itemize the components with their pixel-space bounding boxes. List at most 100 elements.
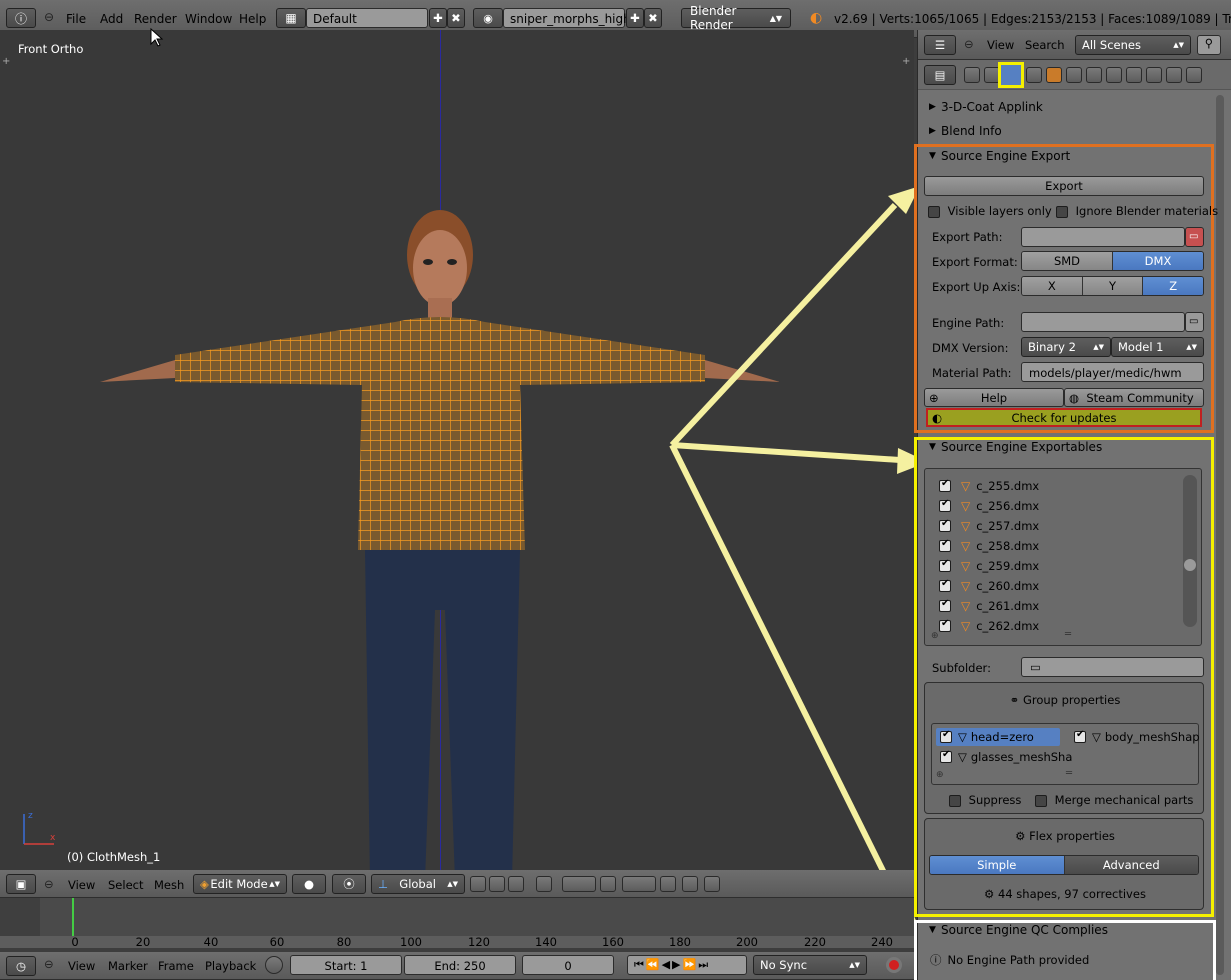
add-scene-button[interactable]: ✚ — [626, 8, 644, 28]
preview-range-icon[interactable] — [265, 956, 283, 974]
character-model[interactable] — [90, 190, 790, 870]
model-version-dropdown[interactable]: Model 1 ▲▼ — [1111, 337, 1204, 357]
merge-mechanical-checkbox[interactable]: Merge mechanical parts — [1035, 793, 1193, 807]
menu-help[interactable]: Help — [239, 12, 266, 26]
menu-view[interactable]: View — [68, 878, 95, 892]
current-frame-field[interactable]: 0 — [522, 955, 614, 975]
modifiers-tab-icon[interactable] — [1086, 67, 1102, 83]
list-item[interactable]: ▽ c_260.dmx — [939, 577, 1179, 595]
list-item[interactable]: ▽ c_256.dmx — [939, 497, 1179, 515]
texture-tab-icon[interactable] — [1146, 67, 1162, 83]
group-item[interactable]: ▽ body_meshShap — [1074, 728, 1200, 746]
face-select-icon[interactable] — [508, 876, 524, 892]
record-icon[interactable] — [886, 957, 902, 973]
menu-file[interactable]: File — [66, 12, 86, 26]
checkbox-box[interactable] — [939, 598, 951, 612]
group-items-list[interactable]: ▽ head=zero ▽ body_meshShap ▽ glasses_me… — [931, 723, 1200, 785]
list-scrollbar[interactable] — [1183, 475, 1197, 627]
section-source-engine-qc[interactable]: ▼ Source Engine QC Complies — [923, 919, 1213, 941]
export-path-input[interactable] — [1021, 227, 1185, 247]
orientation-dropdown[interactable]: ⊥ Global ▲▼ — [371, 874, 465, 894]
menu-render[interactable]: Render — [134, 12, 177, 26]
resize-handle-icon[interactable]: ═ — [1065, 629, 1071, 640]
menu-playback[interactable]: Playback — [205, 959, 256, 973]
export-button[interactable]: Export — [924, 176, 1204, 196]
pivot-dropdown[interactable]: ⦿ — [332, 874, 366, 894]
editor-type-properties-button[interactable]: ▤ — [924, 65, 956, 85]
constraints-tab-icon[interactable] — [1066, 67, 1082, 83]
render-icon[interactable] — [660, 876, 676, 892]
collapse-menu-icon[interactable]: ⊖ — [44, 10, 54, 24]
section-source-engine-export[interactable]: ▼ Source Engine Export — [923, 145, 1213, 167]
object-tab-icon[interactable] — [1046, 67, 1062, 83]
material-path-input[interactable]: models/player/medic/hwm — [1021, 362, 1204, 382]
shading-dropdown[interactable]: ● — [292, 874, 326, 894]
end-frame-field[interactable]: End: 250 — [404, 955, 516, 975]
menu-search[interactable]: Search — [1025, 38, 1065, 52]
world-tab-icon[interactable] — [1026, 67, 1042, 83]
toolshelf-toggle-icon[interactable]: + — [2, 56, 10, 67]
edge-select-icon[interactable] — [489, 876, 505, 892]
subfolder-input[interactable]: ▭ — [1021, 657, 1204, 677]
visible-layers-checkbox[interactable]: Visible layers only — [928, 204, 1052, 218]
exportables-list[interactable]: ▽ c_255.dmx ▽ c_256.dmx ▽ c_257.dmx ▽ c_258.… — [924, 468, 1202, 646]
suppress-checkbox[interactable]: Suppress — [949, 793, 1021, 807]
dmx-version-dropdown[interactable]: Binary 2 ▲▼ — [1021, 337, 1111, 357]
panel-scrollbar[interactable] — [1216, 95, 1224, 975]
editor-type-info-button[interactable]: ⓘ — [6, 8, 36, 28]
section-blend-info[interactable]: ▶ Blend Info — [923, 120, 1213, 142]
particles-tab-icon[interactable] — [1166, 67, 1182, 83]
magnet-snap-icon[interactable] — [600, 876, 616, 892]
checkbox-box[interactable] — [939, 478, 951, 492]
scene-tab-icon[interactable] — [998, 62, 1024, 88]
screen-layout-field[interactable]: Default — [306, 8, 428, 28]
axis-y-button[interactable]: Y — [1082, 277, 1144, 295]
remove-scene-button[interactable]: ✖ — [644, 8, 662, 28]
checkbox-box[interactable] — [939, 518, 951, 532]
group-item-selected[interactable]: ▽ head=zero — [936, 728, 1060, 746]
clapper-icon[interactable] — [704, 876, 720, 892]
menu-view[interactable]: View — [987, 38, 1014, 52]
checkbox-box[interactable] — [1074, 729, 1086, 743]
checkbox-box[interactable] — [1056, 205, 1068, 218]
export-path-browse-button[interactable]: ▭ — [1185, 227, 1204, 247]
proportional-edit-icon[interactable] — [562, 876, 596, 892]
editor-type-3dview-button[interactable]: ▣ — [6, 874, 36, 894]
menu-frame[interactable]: Frame — [158, 959, 194, 973]
checkbox-box[interactable] — [939, 578, 951, 592]
limit-selection-icon[interactable] — [536, 876, 552, 892]
checkbox-box[interactable] — [1035, 794, 1047, 807]
menu-mesh[interactable]: Mesh — [154, 878, 184, 892]
checkbox-box[interactable] — [939, 498, 951, 512]
vertex-select-icon[interactable] — [470, 876, 486, 892]
list-add-icon[interactable]: ⊕ — [936, 770, 944, 780]
format-smd-button[interactable]: SMD — [1022, 252, 1113, 270]
menu-view[interactable]: View — [68, 959, 95, 973]
properties-toggle-icon[interactable]: + — [902, 56, 910, 67]
up-axis-toggle[interactable]: X Y Z — [1021, 276, 1204, 296]
list-item[interactable]: ▽ c_262.dmx — [939, 617, 1179, 635]
checkbox-box[interactable] — [939, 618, 951, 632]
engine-path-input[interactable] — [1021, 312, 1185, 332]
add-layout-button[interactable]: ✚ — [429, 8, 447, 28]
snap-target-icon[interactable] — [622, 876, 656, 892]
remove-layout-button[interactable]: ✖ — [447, 8, 465, 28]
collapse-menu-icon[interactable]: ⊖ — [44, 957, 54, 971]
render-tab-icon[interactable] — [964, 67, 980, 83]
flex-advanced-button[interactable]: Advanced — [1064, 856, 1198, 874]
menu-marker[interactable]: Marker — [108, 959, 148, 973]
sync-dropdown[interactable]: No Sync ▲▼ — [753, 955, 867, 975]
resize-handle-icon[interactable]: ═ — [1066, 768, 1072, 779]
list-item[interactable]: ▽ c_261.dmx — [939, 597, 1179, 615]
list-add-icon[interactable]: ⊕ — [931, 631, 939, 641]
3d-viewport[interactable]: Front Ortho + + z x (0) ClothMesh_1 — [0, 30, 914, 870]
menu-window[interactable]: Window — [185, 12, 232, 26]
section-source-engine-exportables[interactable]: ▼ Source Engine Exportables — [923, 436, 1213, 458]
menu-select[interactable]: Select — [108, 878, 143, 892]
help-button[interactable]: ⊕ Help — [924, 388, 1064, 407]
checkbox-box[interactable] — [939, 538, 951, 552]
checkbox-box[interactable] — [940, 729, 952, 743]
list-item[interactable]: ▽ c_255.dmx — [939, 477, 1179, 495]
steam-community-button[interactable]: ◍ Steam Community — [1064, 388, 1204, 407]
search-button[interactable]: ⚲ — [1197, 35, 1221, 55]
